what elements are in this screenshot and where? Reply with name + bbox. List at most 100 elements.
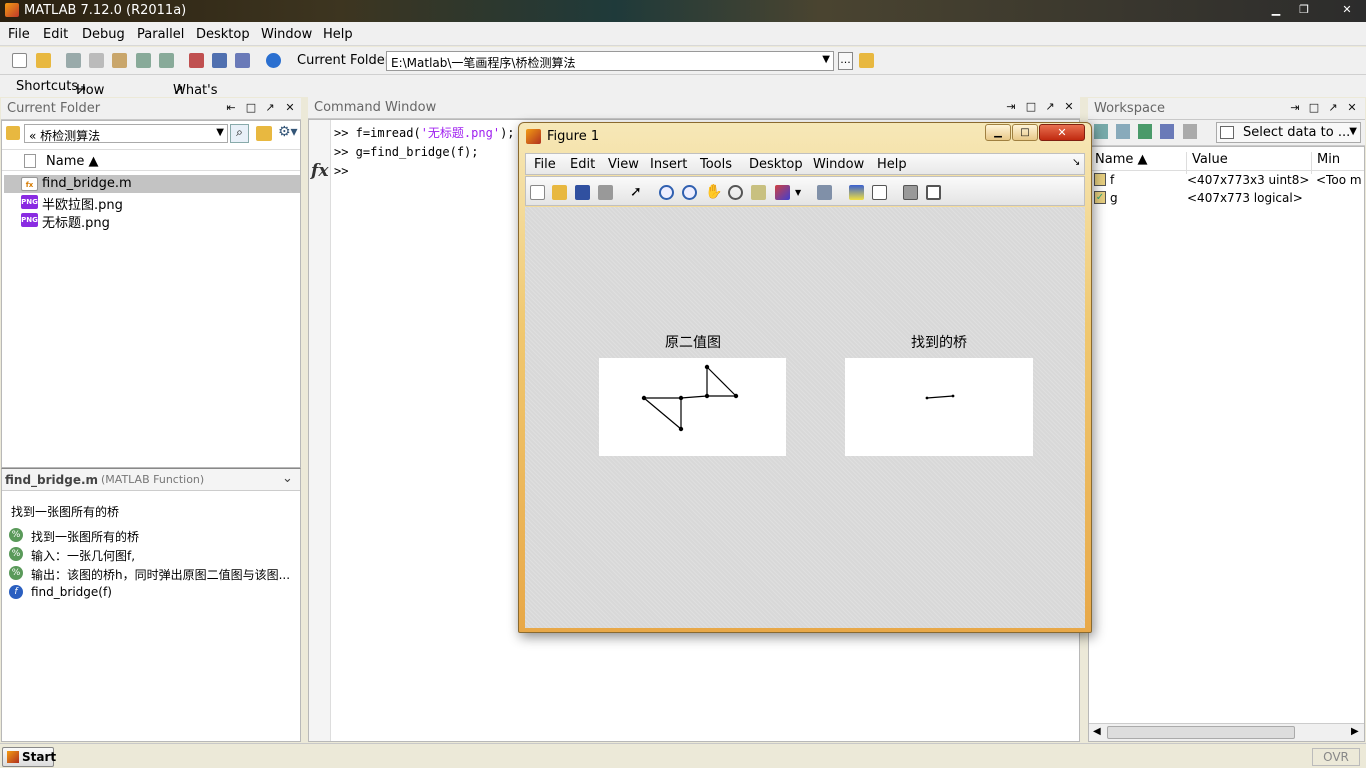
menu-desktop[interactable]: Desktop [196,27,250,42]
shortcuts-label[interactable]: Shortcuts [16,79,78,94]
new-figure-icon[interactable] [530,185,545,200]
maximize-button[interactable]: ❐ [1290,1,1318,18]
start-button[interactable]: Start [2,747,56,767]
maximize-button[interactable]: □ [1012,124,1038,141]
browse-folder-button[interactable]: ... [838,52,853,70]
close-button[interactable]: ✕ [1330,1,1364,18]
open-folder-icon[interactable] [36,53,51,68]
scroll-left-icon[interactable]: ◀ [1093,726,1101,737]
value-column-header[interactable]: Value [1186,152,1228,174]
menu-help[interactable]: Help [323,27,353,42]
menu-window[interactable]: Window [261,27,312,42]
current-folder-input[interactable]: E:\Matlab\一笔画程序\桥检测算法 ▼ [386,51,834,71]
zoom-in-icon[interactable] [659,185,674,200]
new-variable-icon[interactable] [1094,124,1108,139]
min-column-header[interactable]: Min [1311,152,1340,174]
undock-icon[interactable]: ⇥ [1288,101,1302,115]
open-file-icon[interactable] [552,185,567,200]
dock-arrow-icon[interactable]: ↘ [1072,157,1080,168]
help-icon[interactable] [266,53,281,68]
file-item[interactable]: PNG 半欧拉图.png [4,193,300,213]
delete-variable-icon[interactable] [1183,124,1197,139]
rotate-3d-icon[interactable] [728,185,743,200]
legend-icon[interactable] [872,185,887,200]
search-icon[interactable]: ⌕ [230,124,249,143]
chevron-down-icon[interactable]: ▼ [795,185,810,200]
workspace-scrollbar[interactable]: ◀ ▶ [1089,723,1364,741]
menu-debug[interactable]: Debug [82,27,125,42]
figure-menu-insert[interactable]: Insert [650,157,687,172]
show-plot-tools-icon[interactable] [926,185,941,200]
menu-parallel[interactable]: Parallel [137,27,184,42]
files-column-header[interactable]: Name ▲ [2,149,300,171]
details-line[interactable]: % 找到一张图所有的桥 [9,527,299,545]
details-header[interactable]: find_bridge.m (MATLAB Function) ⌄ [2,469,300,491]
cut-icon[interactable] [66,53,81,68]
undo-icon[interactable] [136,53,151,68]
new-file-icon[interactable] [12,53,27,68]
data-cursor-icon[interactable] [751,185,766,200]
maximize-pane-icon[interactable]: □ [1024,100,1038,114]
details-line[interactable]: % 输入：一张几何图f, [9,546,299,564]
link-plot-icon[interactable] [817,185,832,200]
maximize-pane-icon[interactable]: □ [1307,101,1321,115]
figure-menu-desktop[interactable]: Desktop [749,157,803,172]
figure-menu-edit[interactable]: Edit [570,157,595,172]
folder-path-combo[interactable]: « 桥检测算法 ▼ [24,124,228,143]
close-pane-icon[interactable]: ✕ [1345,101,1359,115]
details-line[interactable]: f find_bridge(f) [9,584,299,602]
pop-out-icon[interactable]: ↗ [1043,100,1057,114]
select-data-dropdown[interactable]: Select data to ... ▼ [1216,122,1361,143]
close-pane-icon[interactable]: ✕ [283,101,297,115]
command-prompt[interactable]: >> [334,164,348,178]
axes-bridge-image[interactable] [845,358,1033,456]
redo-icon[interactable] [159,53,174,68]
figure-window[interactable]: Figure 1 ▁ □ ✕ File Edit View Insert Too… [518,122,1092,633]
pop-out-icon[interactable]: ↗ [263,101,277,115]
zoom-out-icon[interactable] [682,185,697,200]
figure-menu-tools[interactable]: Tools [700,157,732,172]
axes-binary-image[interactable] [599,358,786,456]
paste-icon[interactable] [112,53,127,68]
undock-icon[interactable]: ⇤ [224,101,238,115]
colorbar-icon[interactable] [849,185,864,200]
copy-icon[interactable] [89,53,104,68]
guide-icon[interactable] [212,53,227,68]
menu-file[interactable]: File [8,27,30,42]
figure-menu-view[interactable]: View [608,157,639,172]
close-pane-icon[interactable]: ✕ [1062,100,1076,114]
minimize-button[interactable]: ▁ [1262,1,1290,18]
details-line[interactable]: % 输出：该图的桥h，同时弹出原图二值图与该图... [9,565,299,583]
undock-icon[interactable]: ⇥ [1004,100,1018,114]
figure-menu-window[interactable]: Window [813,157,864,172]
chevron-down-icon[interactable]: ▼ [822,54,830,65]
edit-plot-icon[interactable]: ➚ [630,185,645,200]
chevron-down-icon[interactable]: ⌄ [282,471,293,486]
workspace-row[interactable]: f <407x773x3 uint8> <Too m [1092,172,1364,189]
workspace-row[interactable]: ✓ g <407x773 logical> [1092,190,1364,207]
figure-menu-file[interactable]: File [534,157,556,172]
pop-out-icon[interactable]: ↗ [1326,101,1340,115]
minimize-button[interactable]: ▁ [985,124,1011,141]
menu-edit[interactable]: Edit [43,27,68,42]
simulink-icon[interactable] [189,53,204,68]
brush-icon[interactable] [775,185,790,200]
up-folder-icon[interactable] [256,126,272,141]
close-button[interactable]: ✕ [1039,124,1085,141]
scrollbar-thumb[interactable] [1107,726,1295,739]
name-column-header[interactable]: Name ▲ [1095,152,1147,167]
file-item[interactable]: PNG 无标题.png [4,211,300,231]
open-variable-icon[interactable] [1116,124,1130,139]
profiler-icon[interactable] [235,53,250,68]
gear-icon[interactable]: ⚙▾ [278,124,298,140]
parent-folder-icon[interactable] [859,53,874,68]
maximize-pane-icon[interactable]: □ [244,101,258,115]
save-workspace-icon[interactable] [1160,124,1174,139]
import-data-icon[interactable] [1138,124,1152,139]
pan-icon[interactable]: ✋ [705,185,722,200]
file-item[interactable]: fx find_bridge.m [4,175,300,193]
chevron-down-icon[interactable]: ▼ [216,127,224,138]
figure-menu-help[interactable]: Help [877,157,907,172]
function-browser-icon[interactable]: fx [311,161,328,181]
hide-plot-tools-icon[interactable] [903,185,918,200]
